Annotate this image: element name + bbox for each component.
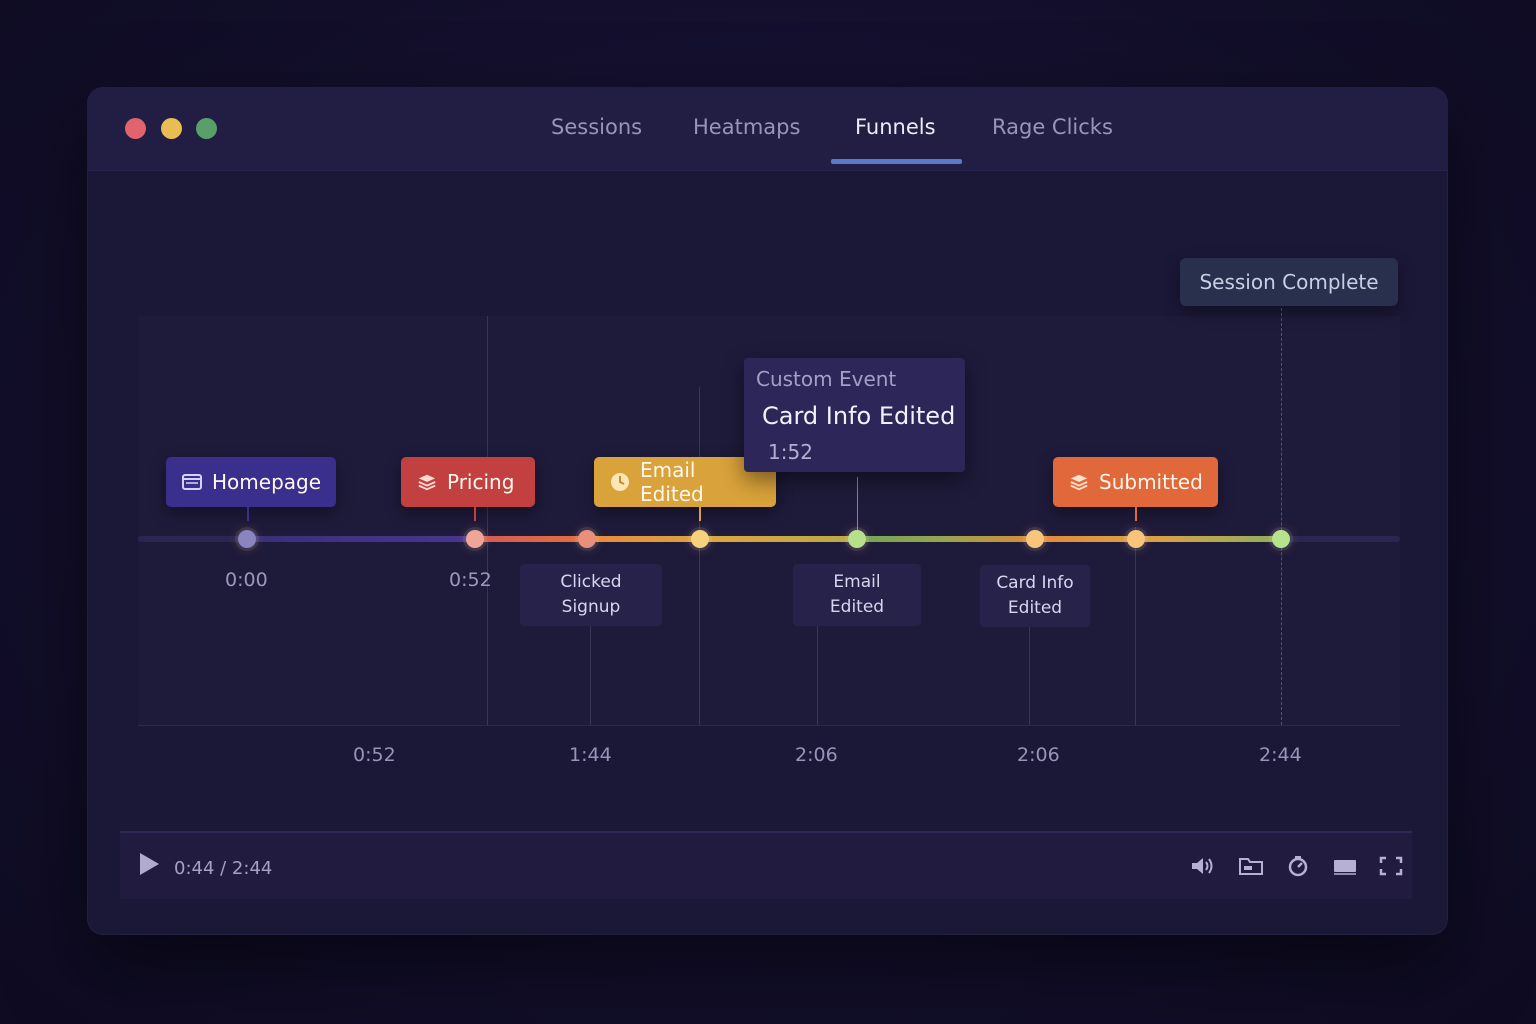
node-time-label: 0:52 <box>449 569 492 591</box>
page-icon <box>182 472 202 492</box>
tab-sessions[interactable]: Sessions <box>551 115 642 139</box>
track-segment <box>247 536 475 542</box>
track-segment <box>857 536 1035 542</box>
app-window: Sessions Heatmaps Funnels Rage Clicks Ho… <box>87 87 1448 935</box>
play-icon[interactable] <box>140 853 159 875</box>
grid-line <box>699 387 700 725</box>
session-complete-guide <box>1281 308 1282 725</box>
card-icon <box>1069 472 1089 492</box>
pill-stem <box>699 507 701 521</box>
clock-icon <box>610 472 630 492</box>
tab-heatmaps[interactable]: Heatmaps <box>693 115 800 139</box>
page-pill-label: Email Edited <box>640 458 704 506</box>
page-pill-submitted[interactable]: Submitted <box>1053 457 1218 507</box>
page-pill-label: Homepage <box>212 470 322 494</box>
grid-line <box>487 316 488 725</box>
timeline-node-card-info[interactable] <box>1026 530 1044 548</box>
minimize-window-button[interactable] <box>161 118 182 139</box>
pill-stem <box>474 507 476 521</box>
timeline-node-homepage[interactable] <box>238 530 256 548</box>
fullscreen-icon[interactable] <box>1378 855 1404 877</box>
folder-icon[interactable] <box>1238 855 1264 877</box>
session-complete-badge[interactable]: Session Complete <box>1180 258 1398 306</box>
tooltip-pointer-line <box>857 477 858 537</box>
screen-icon[interactable] <box>1332 855 1358 877</box>
tooltip-time: 1:52 <box>768 440 813 464</box>
tab-funnels[interactable]: Funnels <box>855 115 936 139</box>
timeline-node-session-complete[interactable] <box>1272 530 1290 548</box>
page-pill-pricing[interactable]: Pricing <box>401 457 535 507</box>
event-label-card-info-edited[interactable]: Card Info Edited <box>980 565 1090 627</box>
axis-tick-label: 2:06 <box>795 744 838 766</box>
event-label-clicked-signup[interactable]: Clicked Signup <box>520 564 662 626</box>
pill-stem <box>1135 507 1137 521</box>
grid-line <box>1135 527 1136 725</box>
tab-rage-clicks[interactable]: Rage Clicks <box>992 115 1113 139</box>
event-label-email-edited[interactable]: Email Edited <box>793 564 921 626</box>
timeline-node-submitted[interactable] <box>1127 530 1145 548</box>
node-time-label: 0:00 <box>225 569 268 591</box>
card-icon <box>417 472 437 492</box>
track-segment <box>1035 536 1281 542</box>
pill-stem <box>247 507 249 521</box>
track-segment <box>587 536 857 542</box>
timeline-node-clicked-signup[interactable] <box>578 530 596 548</box>
active-tab-indicator <box>831 159 962 164</box>
timeline-node-pricing[interactable] <box>466 530 484 548</box>
axis-tick-label: 1:44 <box>569 744 612 766</box>
axis-tick-label: 2:06 <box>1017 744 1060 766</box>
page-pill-homepage[interactable]: Homepage <box>166 457 336 507</box>
page-pill-label: Submitted <box>1099 470 1203 494</box>
timeline-node-email-edited[interactable] <box>691 530 709 548</box>
volume-icon[interactable] <box>1190 855 1216 877</box>
playback-time: 0:44 / 2:44 <box>174 858 273 879</box>
grid-line <box>1029 627 1030 725</box>
timeline-node-card-info-edited[interactable] <box>848 530 866 548</box>
title-bar: Sessions Heatmaps Funnels Rage Clicks <box>87 87 1448 171</box>
tooltip-title: Card Info Edited <box>762 402 956 430</box>
tooltip-heading: Custom Event <box>756 367 897 391</box>
axis-tick-label: 2:44 <box>1259 744 1302 766</box>
player-controls: 0:44 / 2:44 <box>120 831 1412 899</box>
maximize-window-button[interactable] <box>196 118 217 139</box>
page-pill-label: Pricing <box>447 470 515 494</box>
axis-tick-label: 0:52 <box>353 744 396 766</box>
event-tooltip: Custom Event Card Info Edited 1:52 <box>744 358 965 472</box>
close-window-button[interactable] <box>125 118 146 139</box>
track-segment <box>475 536 587 542</box>
speed-icon[interactable] <box>1285 855 1311 877</box>
